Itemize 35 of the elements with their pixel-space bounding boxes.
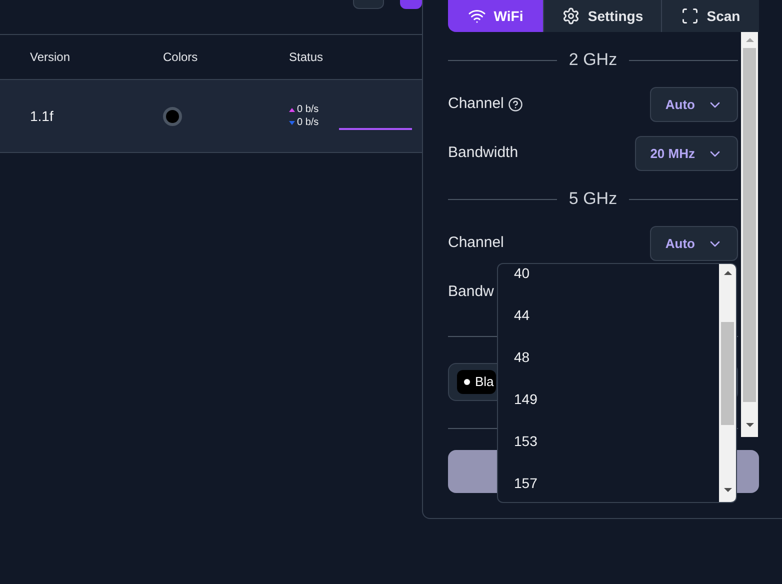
setting-label: Channel (448, 94, 504, 114)
download-icon (289, 120, 295, 124)
dropdown-option[interactable]: 153 (498, 420, 719, 462)
download-rate: 0 b/s (297, 116, 319, 129)
setting-label: Bandwidth (448, 143, 518, 164)
select-dropdown[interactable]: 20 MHz (635, 136, 738, 171)
scrollbar[interactable] (741, 32, 758, 437)
column-header: Colors (163, 49, 199, 66)
select-dropdown[interactable]: Auto (650, 226, 738, 261)
dropdown-option[interactable]: 44 (498, 294, 719, 336)
dropdown-option[interactable]: 40 (498, 264, 719, 294)
upload-icon (289, 108, 295, 112)
chip[interactable]: Bla (457, 370, 496, 394)
tab[interactable]: WiFi (448, 0, 543, 32)
section-title: 2 GHz (568, 49, 618, 72)
dropdown-option[interactable]: 149 (498, 378, 719, 420)
section-title: 5 GHz (568, 188, 618, 210)
column-header: Status (289, 49, 324, 66)
scroll-down-icon (724, 488, 732, 492)
scroll-up-icon (724, 271, 732, 275)
dropdown-option[interactable]: 48 (498, 336, 719, 378)
scroll-up-icon (746, 38, 754, 42)
scroll-down-icon (746, 423, 754, 427)
setting-label: Channel (448, 233, 504, 254)
wifi-icon (468, 7, 486, 25)
gear-icon (562, 7, 580, 25)
select-dropdown[interactable]: Auto (650, 87, 738, 122)
scan-icon (680, 7, 699, 25)
help-icon[interactable] (508, 97, 523, 112)
column-header: Version (30, 49, 72, 66)
dropdown-option[interactable]: 157 (498, 462, 719, 502)
scrollbar[interactable] (719, 264, 736, 502)
upload-rate: 0 b/s (297, 103, 319, 116)
version-cell-text: 1.1f (30, 106, 54, 126)
setting-label: Bandw (448, 282, 494, 302)
